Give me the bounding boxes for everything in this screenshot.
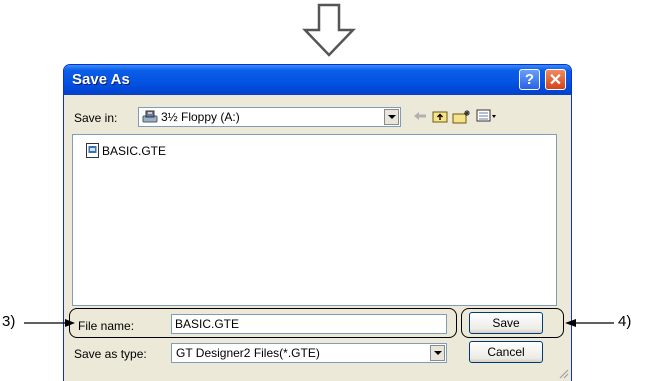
help-icon: ? [524,71,535,88]
list-item[interactable]: BASIC.GTE [86,143,166,158]
save-as-type-dropdown[interactable]: GT Designer2 Files(*.GTE) [171,343,447,363]
save-in-dropdown[interactable]: 3½ Floppy (A:) [138,107,401,127]
cancel-button[interactable]: Cancel [469,341,543,363]
file-list[interactable]: BASIC.GTE [72,134,557,306]
file-icon [86,143,99,158]
save-in-value: 3½ Floppy (A:) [161,110,240,124]
close-button[interactable]: ✕ [545,69,566,90]
callout-label-3: 3) [2,313,16,330]
resize-grip-icon[interactable] [557,367,569,379]
file-name-callout-box [69,308,457,338]
dialog-title: Save As [72,71,130,88]
down-arrow-icon [302,3,356,57]
save-in-label: Save in: [74,111,118,125]
new-folder-icon[interactable] [452,109,472,125]
callout-label-4: 4) [618,313,632,330]
view-menu-icon[interactable] [476,109,498,123]
save-as-type-dropdown-button[interactable] [430,345,445,361]
save-callout-box [461,308,564,338]
help-button[interactable]: ? [519,69,540,90]
save-in-dropdown-button[interactable] [384,109,399,125]
up-folder-icon[interactable] [432,109,448,123]
title-bar: Save As ? ✕ [64,65,571,95]
chevron-down-icon [387,115,396,119]
file-name-text: BASIC.GTE [102,143,167,158]
floppy-drive-icon [142,110,158,123]
back-icon[interactable] [412,109,428,123]
close-icon: ✕ [548,71,563,89]
save-as-type-label: Save as type: [74,347,147,361]
chevron-down-icon [433,351,442,355]
save-as-type-value: GT Designer2 Files(*.GTE) [176,346,320,360]
